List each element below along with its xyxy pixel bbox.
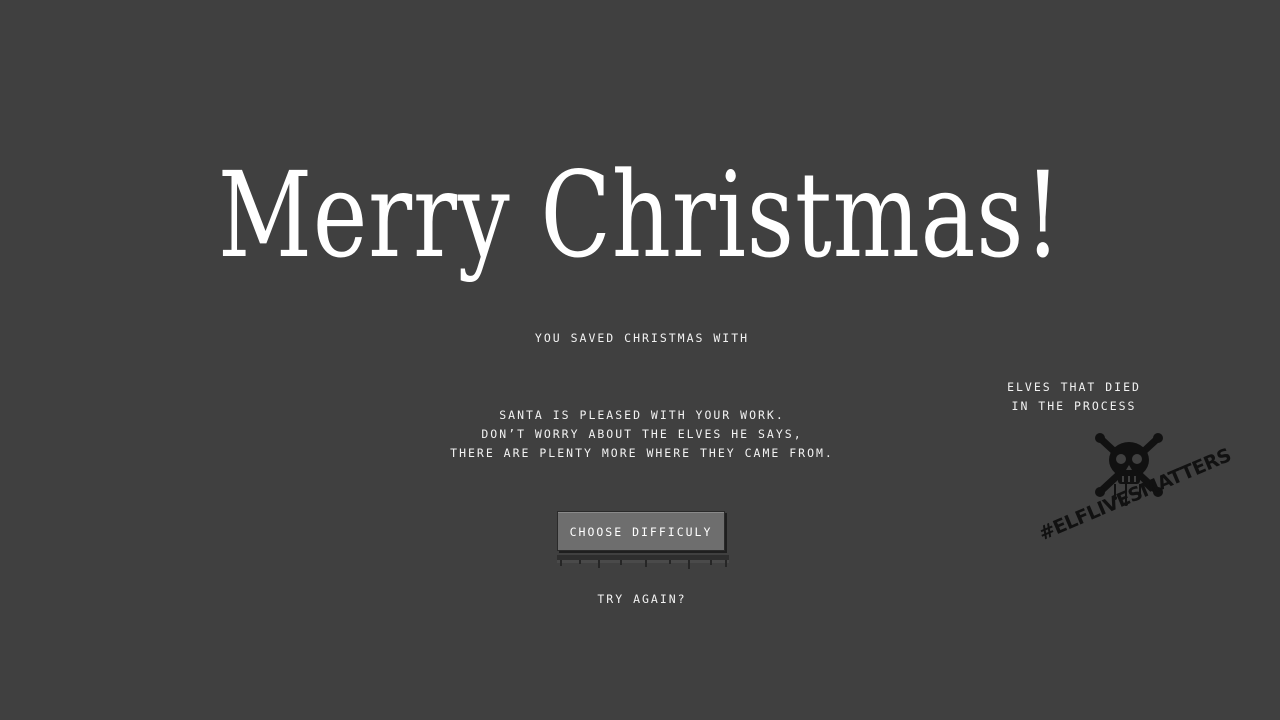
saved-label: YOU SAVED CHRISTMAS WITH (534, 331, 750, 345)
santa-message-line: SANTA IS PLEASED WITH YOUR WORK. (499, 408, 785, 422)
snow-drip-decoration (557, 555, 729, 569)
santa-message: SANTA IS PLEASED WITH YOUR WORK. DON’T W… (400, 406, 884, 463)
elves-died-label-line: ELVES THAT DIED (1007, 380, 1141, 394)
try-again-link[interactable]: TRY AGAIN? (540, 590, 744, 609)
elves-died-label-line: IN THE PROCESS (1011, 399, 1137, 413)
elves-died-label: ELVES THAT DIED IN THE PROCESS (990, 378, 1158, 416)
santa-message-line: DON’T WORRY ABOUT THE ELVES HE SAYS, (481, 427, 803, 441)
choose-difficulty-container: CHOOSE DIFFICULY (557, 511, 729, 571)
santa-message-line: THERE ARE PLENTY MORE WHERE THEY CAME FR… (450, 446, 834, 460)
saved-value (440, 355, 844, 375)
choose-difficulty-button[interactable]: CHOOSE DIFFICULY (557, 511, 725, 551)
page-title: Merry Christmas! (217, 146, 1063, 284)
